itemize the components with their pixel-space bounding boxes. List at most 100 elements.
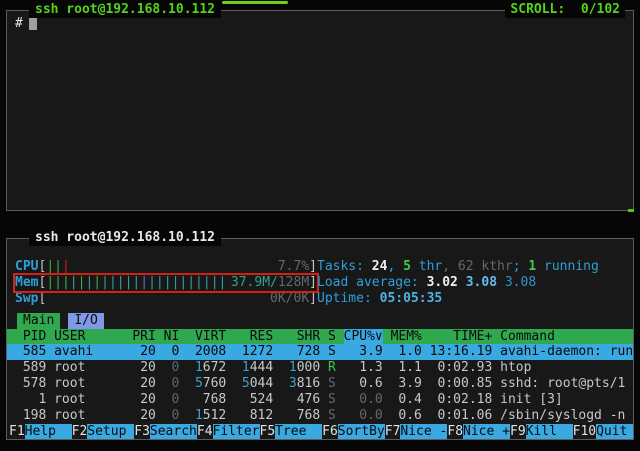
- meter-bar: |: [195, 275, 203, 290]
- fkey-label: Nice +: [463, 424, 510, 439]
- fkey-f9-kill[interactable]: F9Kill: [510, 424, 573, 439]
- cell-pri: 20: [125, 344, 156, 360]
- column-header-s[interactable]: S: [320, 329, 343, 344]
- column-header-time+[interactable]: TIME+: [422, 329, 492, 344]
- process-row[interactable]: 1root200768524476S0.00.40:02.18init [3]: [7, 392, 633, 408]
- scroll-indicator: SCROLL: 0/102: [505, 2, 625, 18]
- cell-command: htop: [492, 360, 633, 376]
- column-header-pid[interactable]: PID: [15, 329, 46, 344]
- screen-tabs: Main I/O: [7, 313, 633, 329]
- cell-mem: 1.0: [383, 344, 422, 360]
- big-number-prefix: 5: [195, 376, 203, 391]
- fkey-f7-nice-[interactable]: F7Nice -: [385, 424, 448, 439]
- cell-virt: 1512: [179, 408, 226, 424]
- cell-virt: 768: [179, 392, 226, 408]
- fkey-key: F5: [260, 424, 276, 439]
- process-row[interactable]: 589root200167214441000R1.31.10:02.93htop: [7, 360, 633, 376]
- cell-ni: 0: [156, 408, 179, 424]
- htop-view: CPU[|||7.7%]Mem[|||||||||||||||||||||||3…: [7, 239, 633, 439]
- column-header-user[interactable]: USER: [46, 329, 124, 344]
- uptime-line: Uptime: 05:05:35: [317, 291, 633, 307]
- cell-user: root: [46, 392, 124, 408]
- column-header-shr[interactable]: SHR: [273, 329, 320, 344]
- column-header-virt[interactable]: VIRT: [179, 329, 226, 344]
- function-key-bar: F1Help F2Setup F3SearchF4FilterF5Tree F6…: [7, 424, 633, 439]
- meter-bar: |: [164, 275, 172, 290]
- fkey-f3-search[interactable]: F3Search: [134, 424, 197, 439]
- cell-virt: 1672: [179, 360, 226, 376]
- process-row[interactable]: 585avahi20020081272728S3.91.013:16.19ava…: [7, 344, 633, 360]
- fkey-label: Help: [25, 424, 72, 439]
- cell-time+: 0:00.85: [422, 376, 492, 392]
- cpu-meter-value: 7.7%: [278, 259, 309, 275]
- cell-command: avahi-daemon: running: [492, 344, 633, 360]
- text-segment: 128M: [278, 275, 309, 290]
- cell-s: S: [320, 392, 343, 408]
- cell-pri: 20: [125, 408, 156, 424]
- big-number-prefix: 1: [289, 360, 297, 375]
- swap-meter-label: Swp: [15, 291, 38, 307]
- cpu-meter-label: CPU: [15, 259, 38, 275]
- tab-main[interactable]: Main: [17, 313, 60, 329]
- terminal-pane-bottom[interactable]: ssh root@192.168.10.112 CPU[|||7.7%]Mem[…: [6, 238, 634, 440]
- cell-virt: 5760: [179, 376, 226, 392]
- column-header-command[interactable]: Command: [492, 329, 633, 344]
- fkey-key: F1: [9, 424, 25, 439]
- big-number-prefix: 1: [242, 360, 250, 375]
- cell-cpu: 1.3: [344, 360, 383, 376]
- text-segment: 24: [372, 259, 388, 274]
- cell-mem: 3.9: [383, 376, 422, 392]
- column-header-res[interactable]: RES: [226, 329, 273, 344]
- cell-ni: 0: [156, 344, 179, 360]
- cell-cpu: 0.0: [344, 408, 383, 424]
- fkey-f1-help[interactable]: F1Help: [9, 424, 72, 439]
- cell-s: S: [320, 408, 343, 424]
- bracket-open: [: [38, 275, 46, 291]
- cell-command: sshd: root@pts/1: [492, 376, 633, 392]
- meter-bar: |: [62, 259, 70, 274]
- fkey-label: Search: [150, 424, 197, 439]
- fkey-f6-sortby[interactable]: F6SortBy: [322, 424, 385, 439]
- fkey-key: F9: [510, 424, 526, 439]
- swap-meter: Swp[0K/0K]: [15, 291, 317, 307]
- column-header-ni[interactable]: NI: [156, 329, 179, 344]
- big-number-prefix: 1: [195, 360, 203, 375]
- meter-bars: |||||||||||||||||||||||: [46, 275, 226, 291]
- cell-user: avahi: [46, 344, 124, 360]
- meter-bar: |: [187, 275, 195, 290]
- fkey-f5-tree[interactable]: F5Tree: [260, 424, 323, 439]
- cell-pid: 1: [15, 392, 46, 408]
- text-segment: 7.7%: [278, 259, 309, 274]
- big-number-prefix: 3: [289, 376, 297, 391]
- fkey-f10-quit[interactable]: F10Quit: [573, 424, 633, 439]
- fkey-f8-nice+[interactable]: F8Nice +: [447, 424, 510, 439]
- fkey-f4-filter[interactable]: F4Filter: [197, 424, 260, 439]
- text-segment: thr: [411, 259, 442, 274]
- fkey-key: F2: [72, 424, 88, 439]
- text-segment: ,: [387, 259, 403, 274]
- column-header-pri[interactable]: PRI: [125, 329, 156, 344]
- column-header-cpu[interactable]: CPU%∨: [344, 329, 383, 344]
- terminal-cursor: [29, 17, 37, 30]
- text-segment: 3.02: [427, 275, 466, 290]
- cell-command: init [3]: [492, 392, 633, 408]
- fkey-f2-setup[interactable]: F2Setup: [72, 424, 135, 439]
- process-row[interactable]: 578root200576050443816S0.63.90:00.85sshd…: [7, 376, 633, 392]
- big-number-prefix: 1: [195, 408, 203, 423]
- cell-pid: 589: [15, 360, 46, 376]
- tab-io[interactable]: I/O: [68, 313, 103, 329]
- terminal-pane-top[interactable]: ssh root@192.168.10.112 SCROLL: 0/102 #: [6, 10, 634, 211]
- cell-ni: 0: [156, 392, 179, 408]
- info-column: Tasks: 24, 5 thr, 62 kthr; 1 runningLoad…: [317, 259, 633, 307]
- cell-mem: 0.6: [383, 408, 422, 424]
- cell-cpu: 0.0: [344, 392, 383, 408]
- text-segment: 0K/0K: [270, 291, 309, 306]
- process-row[interactable]: 198root2001512812768S0.00.60:01.06/sbin/…: [7, 408, 633, 424]
- cell-res: 812: [226, 408, 273, 424]
- cell-time+: 0:02.18: [422, 392, 492, 408]
- bracket-close: ]: [309, 275, 317, 291]
- fkey-label: Tree: [275, 424, 322, 439]
- cell-cpu: 3.9: [344, 344, 383, 360]
- cell-pri: 20: [125, 360, 156, 376]
- column-header-mem[interactable]: MEM%: [383, 329, 422, 344]
